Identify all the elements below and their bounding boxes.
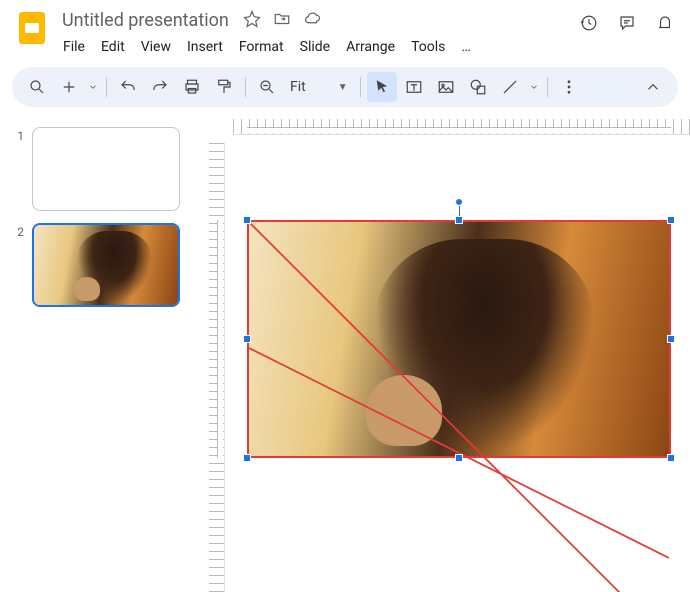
toolbar: Fit ▼ <box>12 67 678 107</box>
folder-move-icon[interactable] <box>273 10 291 32</box>
menu-slide[interactable]: Slide <box>293 35 337 59</box>
selected-image-object[interactable] <box>247 220 671 458</box>
resize-handle-mr[interactable] <box>667 335 675 343</box>
slide-number: 1 <box>8 127 24 211</box>
slide-number: 2 <box>8 223 24 307</box>
thumb-preview[interactable] <box>32 223 180 307</box>
slide-thumb-2[interactable]: 2 <box>8 223 197 307</box>
resize-handle-tm[interactable] <box>455 216 463 224</box>
notifications-icon[interactable] <box>656 14 670 36</box>
title-area: Untitled presentation File Edit View Ins… <box>56 8 580 59</box>
more-tools-button[interactable] <box>554 72 584 102</box>
comments-icon[interactable] <box>618 14 636 36</box>
separator <box>547 77 548 97</box>
menu-edit[interactable]: Edit <box>94 35 132 59</box>
image-tool[interactable] <box>431 72 461 102</box>
line-dropdown[interactable] <box>527 72 541 102</box>
shape-tool[interactable] <box>463 72 493 102</box>
slides-logo[interactable] <box>12 8 52 48</box>
menu-more[interactable]: … <box>454 35 477 59</box>
cloud-status-icon[interactable] <box>303 10 321 32</box>
canvas-area[interactable] <box>205 115 690 592</box>
history-icon[interactable] <box>580 14 598 36</box>
redo-button[interactable] <box>145 72 175 102</box>
resize-handle-tl[interactable] <box>243 216 251 224</box>
resize-handle-br[interactable] <box>667 454 675 462</box>
zoom-label: Fit <box>290 79 306 95</box>
star-icon[interactable] <box>243 10 261 32</box>
separator <box>360 77 361 97</box>
line-tool[interactable] <box>495 72 525 102</box>
resize-handle-ml[interactable] <box>243 335 251 343</box>
text-box-tool[interactable] <box>399 72 429 102</box>
menu-format[interactable]: Format <box>232 35 291 59</box>
document-title[interactable]: Untitled presentation <box>56 8 235 33</box>
slides-logo-icon <box>19 12 45 44</box>
thumb-image <box>34 225 178 305</box>
resize-handle-bm[interactable] <box>455 454 463 462</box>
vertical-ruler[interactable] <box>209 143 225 592</box>
slide-panel[interactable]: 1 2 <box>0 115 205 592</box>
zoom-select[interactable]: Fit ▼ <box>284 79 354 95</box>
thumb-preview[interactable] <box>32 127 180 211</box>
menu-file[interactable]: File <box>56 35 92 59</box>
chevron-down-icon: ▼ <box>338 82 348 93</box>
selection-outline <box>247 220 671 458</box>
menu-bar: File Edit View Insert Format Slide Arran… <box>56 35 580 59</box>
menu-view[interactable]: View <box>134 35 178 59</box>
undo-button[interactable] <box>113 72 143 102</box>
search-icon[interactable] <box>22 72 52 102</box>
menu-insert[interactable]: Insert <box>180 35 230 59</box>
resize-handle-tr[interactable] <box>667 216 675 224</box>
toolbar-container: Fit ▼ <box>0 59 690 115</box>
menu-tools[interactable]: Tools <box>404 35 452 59</box>
separator <box>245 77 246 97</box>
app-header: Untitled presentation File Edit View Ins… <box>0 0 690 59</box>
horizontal-ruler[interactable] <box>233 119 690 135</box>
slide-thumb-1[interactable]: 1 <box>8 127 197 211</box>
resize-handle-bl[interactable] <box>243 454 251 462</box>
paint-format-button[interactable] <box>209 72 239 102</box>
main-area: 1 2 <box>0 115 690 592</box>
new-slide-button[interactable] <box>54 72 84 102</box>
zoom-button[interactable] <box>252 72 282 102</box>
separator <box>106 77 107 97</box>
rotation-handle[interactable] <box>455 198 463 206</box>
new-slide-dropdown[interactable] <box>86 72 100 102</box>
print-button[interactable] <box>177 72 207 102</box>
menu-arrange[interactable]: Arrange <box>339 35 402 59</box>
collapse-toolbar-button[interactable] <box>638 72 668 102</box>
select-tool[interactable] <box>367 72 397 102</box>
